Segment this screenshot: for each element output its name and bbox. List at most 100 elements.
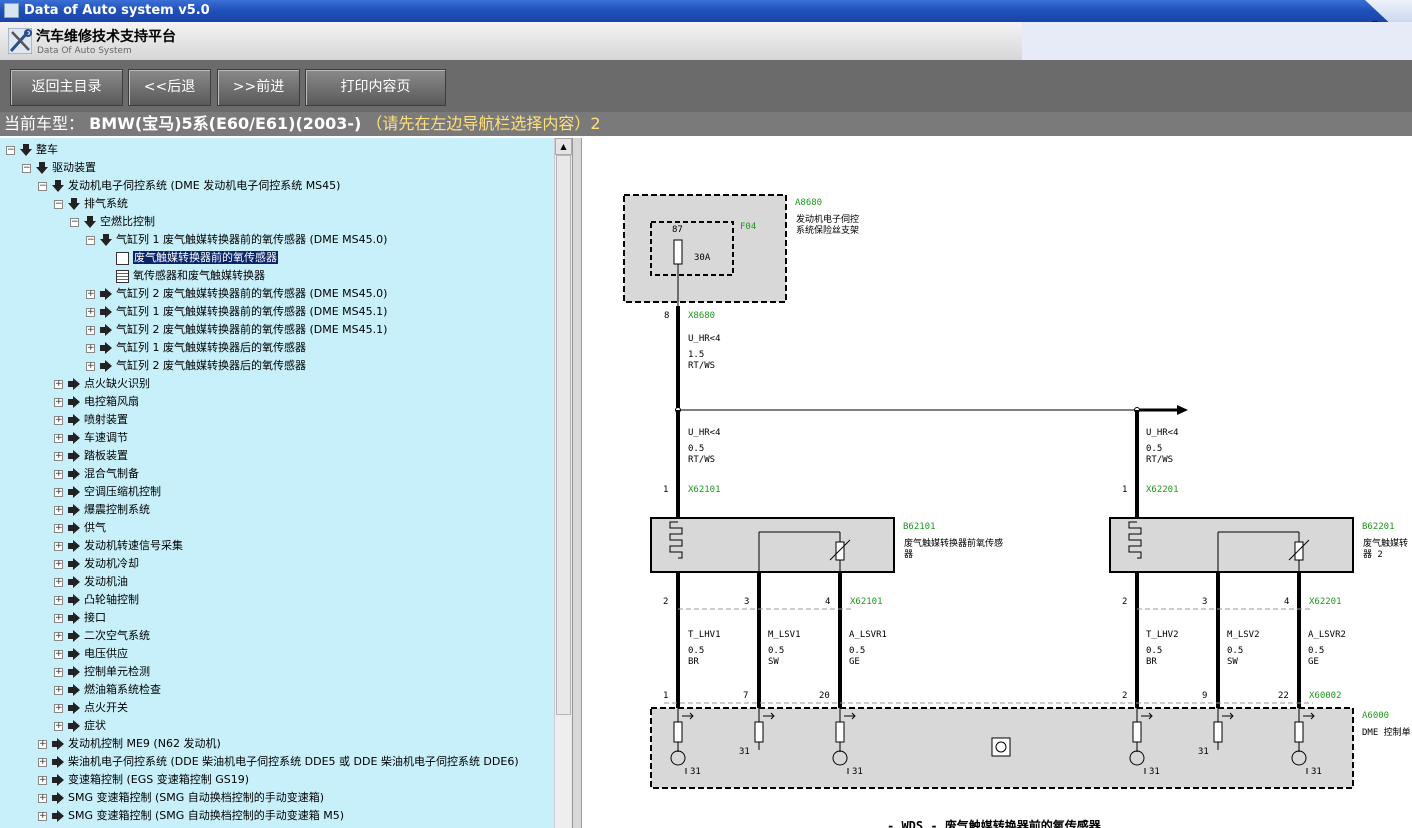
tree-node-label[interactable]: 混合气制备	[84, 467, 139, 480]
tree-node-label[interactable]: 变速箱控制 (EGS 变速箱控制 GS19)	[68, 773, 249, 786]
scroll-up-button[interactable]: ▲	[555, 138, 572, 155]
tree-node[interactable]: − 驱动装置	[22, 159, 96, 177]
expand-icon[interactable]: +	[54, 433, 63, 443]
expand-icon[interactable]: +	[38, 757, 47, 767]
tree-node[interactable]: + 发动机转速信号采集	[54, 537, 183, 555]
tree-node-label[interactable]: 控制单元检测	[84, 665, 150, 678]
expand-icon[interactable]: +	[86, 343, 95, 353]
tree-node-label[interactable]: 气缸列 1 废气触媒转换器前的氧传感器 (DME MS45.1)	[116, 305, 387, 318]
print-button[interactable]: 打印内容页	[305, 69, 446, 106]
tree-node-label[interactable]: 气缸列 1 废气触媒转换器前的氧传感器 (DME MS45.0)	[116, 233, 387, 246]
expand-icon[interactable]: +	[86, 361, 95, 371]
tree-node[interactable]: + 发动机冷却	[54, 555, 139, 573]
tree-node[interactable]: − 空燃比控制	[70, 213, 155, 231]
tree-node-label[interactable]: 气缸列 2 废气触媒转换器后的氧传感器	[116, 359, 306, 372]
tree-node[interactable]: + 点火开关	[54, 699, 128, 717]
home-button[interactable]: 返回主目录	[10, 69, 123, 106]
tree-node-label[interactable]: 供气	[84, 521, 106, 534]
tree-node-label[interactable]: 凸轮轴控制	[84, 593, 139, 606]
tree-node-label[interactable]: 燃油箱系统检查	[84, 683, 161, 696]
tree-node-label[interactable]: 氧传感器和废气触媒转换器	[133, 269, 265, 282]
tree-node[interactable]: + 爆震控制系统	[54, 501, 150, 519]
tree-node[interactable]: + 发动机油	[54, 573, 128, 591]
tree-node-label[interactable]: 症状	[84, 719, 106, 732]
tree-node[interactable]: + 车速调节	[54, 429, 128, 447]
expand-icon[interactable]: +	[86, 289, 95, 299]
tree-node-label[interactable]: 点火开关	[84, 701, 128, 714]
tree-node[interactable]: − 发动机电子伺控系统 (DME 发动机电子伺控系统 MS45)	[38, 177, 340, 195]
tree-node-label[interactable]: 车速调节	[84, 431, 128, 444]
expand-icon[interactable]: +	[54, 577, 63, 587]
tree-node-label[interactable]: 气缸列 2 废气触媒转换器前的氧传感器 (DME MS45.0)	[116, 287, 387, 300]
pane-splitter[interactable]	[572, 138, 582, 828]
tree-node-label[interactable]: 柴油机电子伺控系统 (DDE 柴油机电子伺控系统 DDE5 或 DDE 柴油机电…	[68, 755, 519, 768]
forward-button[interactable]: >>前进	[217, 69, 300, 106]
expand-icon[interactable]: +	[54, 595, 63, 605]
tree-node[interactable]: + SMG 变速箱控制 (SMG 自动换档控制的手动变速箱)	[38, 789, 324, 807]
tree-node-label[interactable]: 喷射装置	[84, 413, 128, 426]
tree-node-label[interactable]: 排气系统	[84, 197, 128, 210]
tree-node[interactable]: + 变速箱控制 (EGS 变速箱控制 GS19)	[38, 771, 249, 789]
expand-icon[interactable]: +	[54, 703, 63, 713]
tree-node-label[interactable]: 废气触媒转换器前的氧传感器	[133, 251, 278, 264]
expand-icon[interactable]: +	[54, 631, 63, 641]
expand-icon[interactable]: +	[54, 685, 63, 695]
tree-node[interactable]: 废气触媒转换器前的氧传感器	[102, 249, 278, 267]
tree-node[interactable]: + 气缸列 2 废气触媒转换器前的氧传感器 (DME MS45.0)	[86, 285, 387, 303]
tree-node-label[interactable]: 发动机电子伺控系统 (DME 发动机电子伺控系统 MS45)	[68, 179, 340, 192]
expand-icon[interactable]: +	[54, 487, 63, 497]
tree-node[interactable]: + 二次空气系统	[54, 627, 150, 645]
expand-icon[interactable]: +	[86, 325, 95, 335]
collapse-icon[interactable]: −	[38, 181, 47, 191]
tree-node[interactable]: + 踏板装置	[54, 447, 128, 465]
tree-node-label[interactable]: 电压供应	[84, 647, 128, 660]
expand-icon[interactable]: +	[54, 451, 63, 461]
tree-node-label[interactable]: SMG 变速箱控制 (SMG 自动换档控制的手动变速箱)	[68, 791, 324, 804]
tree-node-label[interactable]: 踏板装置	[84, 449, 128, 462]
tree-node-label[interactable]: 爆震控制系统	[84, 503, 150, 516]
tree-node[interactable]: + 混合气制备	[54, 465, 139, 483]
scroll-thumb[interactable]	[556, 155, 571, 715]
tree-node-label[interactable]: 电控箱风扇	[84, 395, 139, 408]
tree-node[interactable]: + 电压供应	[54, 645, 128, 663]
tree-node-label[interactable]: 发动机冷却	[84, 557, 139, 570]
collapse-icon[interactable]: −	[70, 217, 79, 227]
tree-node[interactable]: + 气缸列 2 废气触媒转换器后的氧传感器	[86, 357, 306, 375]
tree-node-label[interactable]: 空调压缩机控制	[84, 485, 161, 498]
tree-node[interactable]: + 气缸列 1 废气触媒转换器前的氧传感器 (DME MS45.1)	[86, 303, 387, 321]
expand-icon[interactable]: +	[54, 721, 63, 731]
expand-icon[interactable]: +	[38, 793, 47, 803]
tree-node[interactable]: + 凸轮轴控制	[54, 591, 139, 609]
tree-node-label[interactable]: 二次空气系统	[84, 629, 150, 642]
collapse-icon[interactable]: −	[22, 163, 31, 173]
minimize-button[interactable]: _	[1372, 8, 1382, 22]
tree-node[interactable]: + 供气	[54, 519, 106, 537]
back-button[interactable]: <<后退	[128, 69, 211, 106]
tree-node-label[interactable]: 发动机控制 ME9 (N62 发动机)	[68, 737, 221, 750]
tree-node[interactable]: 氧传感器和废气触媒转换器	[102, 267, 265, 285]
expand-icon[interactable]: +	[54, 397, 63, 407]
tree-node[interactable]: + 接口	[54, 609, 106, 627]
tree-node[interactable]: + 柴油机电子伺控系统 (DDE 柴油机电子伺控系统 DDE5 或 DDE 柴油机…	[38, 753, 519, 771]
tree-node[interactable]: + 空调压缩机控制	[54, 483, 161, 501]
expand-icon[interactable]: +	[38, 775, 47, 785]
tree-node-label[interactable]: 发动机油	[84, 575, 128, 588]
expand-icon[interactable]: +	[54, 523, 63, 533]
tree-node[interactable]: − 整车	[6, 141, 58, 159]
tree-node-label[interactable]: 接口	[84, 611, 106, 624]
tree-node[interactable]: + 控制单元检测	[54, 663, 150, 681]
expand-icon[interactable]: +	[54, 613, 63, 623]
collapse-icon[interactable]: −	[86, 235, 95, 245]
collapse-icon[interactable]: −	[54, 199, 63, 209]
collapse-icon[interactable]: −	[6, 145, 15, 155]
expand-icon[interactable]: +	[54, 469, 63, 479]
tree-node[interactable]: − 气缸列 1 废气触媒转换器前的氧传感器 (DME MS45.0)	[86, 231, 387, 249]
tree-node-label[interactable]: 空燃比控制	[100, 215, 155, 228]
expand-icon[interactable]: +	[86, 307, 95, 317]
expand-icon[interactable]: +	[54, 379, 63, 389]
tree-node[interactable]: − 排气系统	[54, 195, 128, 213]
tree-node-label[interactable]: 气缸列 2 废气触媒转换器前的氧传感器 (DME MS45.1)	[116, 323, 387, 336]
expand-icon[interactable]: +	[38, 739, 47, 749]
tree-node[interactable]: + 电控箱风扇	[54, 393, 139, 411]
tree-node-label[interactable]: 气缸列 1 废气触媒转换器后的氧传感器	[116, 341, 306, 354]
